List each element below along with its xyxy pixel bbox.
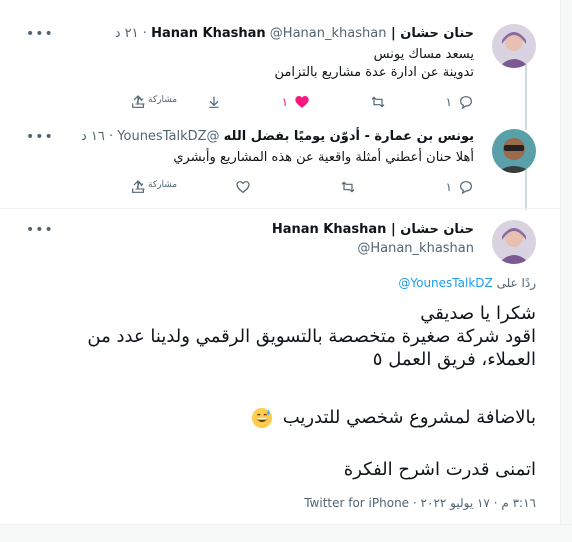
focused-tweet: حنان حشان | Hanan Khashan @Hanan_khashan… — [0, 210, 560, 520]
download-button[interactable] — [206, 94, 222, 110]
like-button[interactable] — [235, 179, 251, 195]
scrollbar[interactable] — [560, 0, 572, 542]
avatar[interactable] — [492, 129, 536, 173]
analytics-share[interactable]: مشاركة — [134, 179, 177, 191]
action-bar: ١ — [130, 177, 474, 197]
retweet-icon — [341, 181, 355, 193]
share-label: مشاركة — [148, 180, 178, 190]
reply-context: ردًا على @YounesTalkDZ — [398, 276, 536, 290]
action-bar: ١ ١ — [130, 92, 474, 112]
reply-icon — [460, 181, 472, 195]
like-icon — [236, 181, 250, 194]
avatar[interactable] — [492, 220, 536, 264]
conversation-thread: حنان حشان | Hanan Khashan @Hanan_khashan… — [0, 0, 572, 542]
tweet-header: حنان حشان | Hanan Khashan @Hanan_khashan… — [115, 26, 474, 42]
more-icon[interactable]: ••• — [26, 129, 54, 145]
avatar-hanan-image — [492, 24, 536, 68]
tweet-time[interactable]: ٢١ د — [115, 26, 139, 41]
tweet-meta: ٣:١٦ م · ١٧ يوليو ٢٠٢٢ · Twitter for iPh… — [304, 496, 536, 510]
retweet-button[interactable] — [340, 179, 356, 195]
separator-dot: · — [109, 129, 114, 144]
tweet-text: شكرا يا صديقي اقود شركة صغيرة متخصصة بال… — [16, 302, 536, 371]
tweet-line: اتمنى قدرت اشرح الفكرة — [343, 459, 536, 480]
tweet-text: أهلا حنان أعطني أمثلة واقعية عن هذه المش… — [54, 149, 474, 167]
author-handle[interactable]: @YounesTalkDZ — [117, 129, 219, 144]
grin-sweat-emoji — [251, 407, 273, 429]
reply-button[interactable]: ١ — [446, 179, 474, 195]
tweet-line: العملاء، فريق العمل ٥ — [372, 349, 536, 370]
tweet-date[interactable]: ١٧ يوليو ٢٠٢٢ — [421, 496, 490, 510]
author-handle[interactable]: @Hanan_khashan — [357, 241, 474, 256]
avatar-younes-image — [492, 129, 536, 173]
retweet-button[interactable] — [370, 94, 386, 110]
more-icon[interactable]: ••• — [26, 222, 54, 238]
divider — [0, 524, 572, 542]
reply-count: ١ — [445, 95, 452, 109]
tweet-paragraph: اتمنى قدرت اشرح الفكرة — [16, 458, 536, 481]
reply-count: ١ — [445, 180, 452, 194]
tweet-time[interactable]: ٣:١٦ م — [501, 496, 536, 510]
reply-button[interactable]: ١ — [446, 94, 474, 110]
avatar[interactable] — [492, 24, 536, 68]
author-handle[interactable]: @Hanan_khashan — [270, 26, 387, 41]
tweet-text: يسعد مساك يونس تدوينة عن ادارة عدة مشاري… — [54, 46, 474, 82]
analytics-icon — [135, 96, 145, 105]
analytics-icon — [135, 181, 145, 190]
tweet-line: تدوينة عن ادارة عدة مشاريع بالتزامن — [274, 65, 474, 80]
reply-prefix: ردًا على — [496, 276, 536, 290]
separator-dot: · — [142, 26, 147, 41]
author-name[interactable]: حنان حشان | Hanan Khashan — [272, 222, 474, 237]
separator-dot: · — [493, 496, 498, 510]
like-count: ١ — [281, 95, 289, 109]
download-arrow-icon — [209, 96, 219, 108]
reply-icon — [460, 96, 472, 110]
separator-dot: · — [412, 496, 417, 510]
like-icon — [295, 96, 309, 108]
tweet[interactable]: يونس بن عمارة - أدوّن يوميًا بفضل الله @… — [0, 117, 560, 209]
tweet-paragraph: بالاضافة لمشروع شخصي للتدريب — [16, 406, 536, 429]
tweet-line: شكرا يا صديقي — [420, 303, 536, 324]
tweet[interactable]: حنان حشان | Hanan Khashan @Hanan_khashan… — [0, 14, 560, 114]
more-icon[interactable]: ••• — [26, 26, 54, 42]
tweet-line: أهلا حنان أعطني أمثلة واقعية عن هذه المش… — [173, 150, 474, 165]
avatar-hanan-image — [492, 220, 536, 264]
tweet-source[interactable]: Twitter for iPhone — [304, 496, 409, 510]
tweet-line: اقود شركة صغيرة متخصصة بالتسويق الرقمي و… — [87, 326, 536, 347]
tweet-header: يونس بن عمارة - أدوّن يوميًا بفضل الله @… — [81, 129, 474, 145]
retweet-icon — [371, 96, 385, 108]
tweet-line: يسعد مساك يونس — [373, 47, 474, 62]
author-name[interactable]: يونس بن عمارة - أدوّن يوميًا بفضل الله — [224, 129, 474, 144]
tweet-line: بالاضافة لمشروع شخصي للتدريب — [282, 407, 536, 428]
analytics-share[interactable]: مشاركة — [134, 94, 177, 106]
like-button[interactable]: ١ — [282, 94, 310, 110]
reply-mention-link[interactable]: @YounesTalkDZ — [398, 276, 492, 290]
tweet-time[interactable]: ١٦ د — [81, 129, 105, 144]
share-label: مشاركة — [148, 95, 178, 105]
